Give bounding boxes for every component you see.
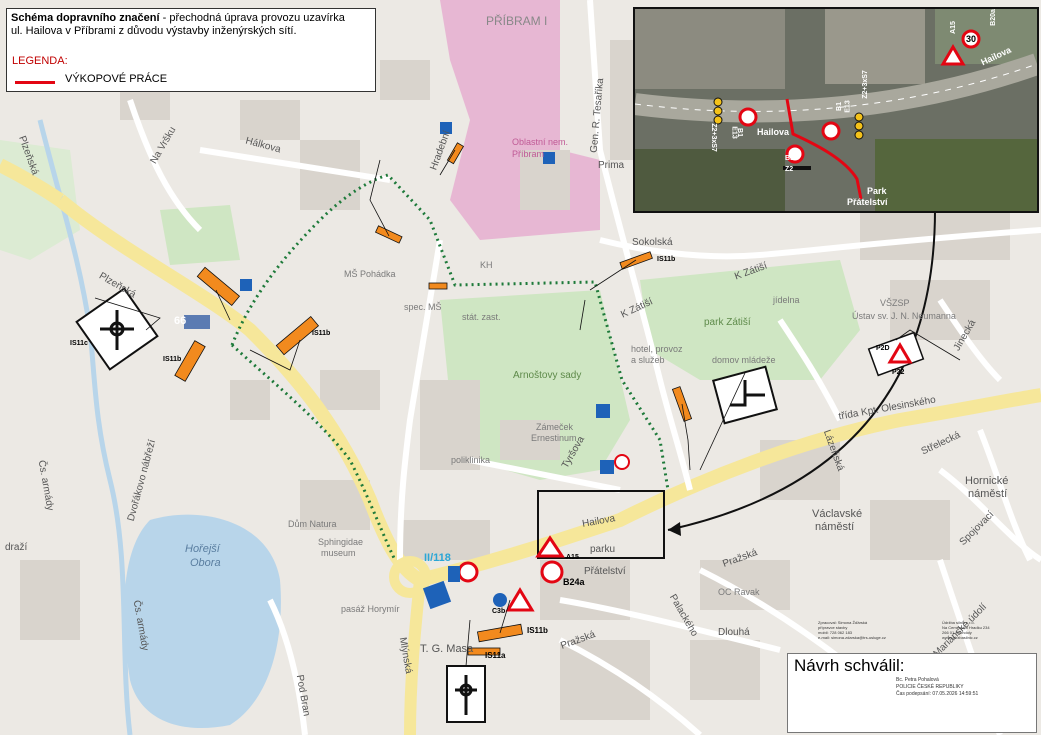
place-label: a služeb [631,355,665,365]
place-label: Hořejší [185,543,220,555]
map-title-bold: Schéma dopravního značení [11,12,160,24]
place-label: PŘÍBRAM I [486,14,548,28]
sign-tag-p2d: P2D [876,345,890,352]
inset-sign-tag: B1 [785,155,794,162]
map-title-rest: - přechodná úprava provozu uzavírka [159,12,345,24]
place-label: domov mládeže [712,355,776,365]
street-label: parku [590,544,616,555]
place-label: VŠZSP [880,298,910,308]
sign-tag-is11b: IS11b [163,356,182,363]
place-label: pasáž Horymír [341,604,400,614]
place-label: hotel, provoz [631,344,683,354]
sign-tag-is11b: IS11b [527,626,548,635]
inset-sign-tag: Z2+3xS7 [861,70,869,99]
place-label: Sphingidae [318,537,364,547]
footer-col2: Údržba silnic s.r.o. Na Cementám Hradku … [942,620,990,640]
legend-excavation-line [15,81,55,84]
place-label: náměstí [968,488,1008,500]
inset-sign-tag: B1 [835,102,843,111]
inset-park-label: Park [867,186,887,196]
approval-box: Návrh schválil: Bc. Petra Pohalová POLIC… [787,653,1037,733]
place-label: jídelna [773,295,800,305]
place-label: spec. MŠ [404,302,442,312]
place-label: Arnoštovy sady [513,370,582,381]
place-label: Václavské [812,508,863,520]
approval-date: Čas podepsání: 07.05.2026 14:59:51 [896,691,979,697]
inset-sign-tag: E13 [730,126,738,139]
place-label: MŠ Pohádka [344,269,396,279]
place-label: T. G. Masa [420,643,474,655]
sign-tag-b24a: B24a [563,577,585,587]
place-label: Obora [190,557,221,569]
place-label: stát. zast. [462,312,501,322]
inset-sign-tag: Z2 [785,166,794,173]
legend-box: Schéma dopravního značení - přechodná úp… [6,8,376,92]
footer-line: www.udrzbasilnic.cz [942,635,978,640]
place-label: Dům Natura [288,519,337,529]
street-label: Přátelství [584,566,626,577]
street-label: Dlouhá [718,627,750,638]
place-label: Ernestinum [531,433,577,443]
approval-org: POLICIE ČESKÉ REPUBLIKY [896,684,964,690]
footer-col1: Zpracoval: Simona Žďárská přípravce stav… [818,620,886,640]
place-label: Ústav sv. J. N. Neumanna [852,311,956,321]
place-label: poliklinika [451,455,491,465]
street-label: draží [5,542,28,553]
sign-tag-is11b: IS11b [312,330,331,337]
road-number-label: 66 [174,315,187,327]
place-label: Oblastní nem. [512,137,569,147]
inset-pratelstvi-label: Přátelství [847,197,888,207]
footer-line: e-mail: simona.zdarska@trs-usluge.cz [818,635,886,640]
inset-sign-tag: A15 [949,21,957,34]
sign-tag-p22: P22 [892,369,905,376]
place-label: Zámeček [536,422,574,432]
place-label: museum [321,548,356,558]
sign-tag-c3b: C3b [492,608,506,615]
street-label: Sokolská [632,237,673,248]
inset-aerial-view: Hailova Hailova Park Přátelství B1 E13 Z… [633,7,1039,213]
park-area [160,205,240,265]
inset-sign-tag: Z2+3xS7 [709,123,717,152]
inset-speed-limit: 30 [966,34,977,44]
sign-tag-is11b: IS11b [657,256,676,263]
place-label: park Zátiší [704,317,751,328]
inset-sign-tag: B20a [989,9,997,26]
inset-sign-tag: E13 [844,100,852,113]
approval-name: Bc. Petra Pohalová [896,677,939,683]
place-label: OC Ravak [718,587,760,597]
route-label: II/118 [424,552,451,564]
legend-title: LEGENDA: [12,55,68,67]
approval-title: Návrh schválil: [794,656,905,675]
place-label: náměstí [815,521,855,533]
place-label: KH [480,260,493,270]
legend-excavation-label: VÝKOPOVÉ PRÁCE [65,73,168,85]
sign-tag-a15: A15 [566,554,579,561]
inset-street-label: Hailova [757,127,790,137]
sign-tag-is11c: IS11c [70,340,88,347]
place-label: Příbram [512,149,545,159]
sign-tag-is11a: IS11a [485,651,506,660]
place-label: Hornické [965,475,1009,487]
map-subtitle: ul. Hailova v Příbrami z důvodu výstavby… [11,25,297,37]
street-label: Prima [598,160,625,171]
